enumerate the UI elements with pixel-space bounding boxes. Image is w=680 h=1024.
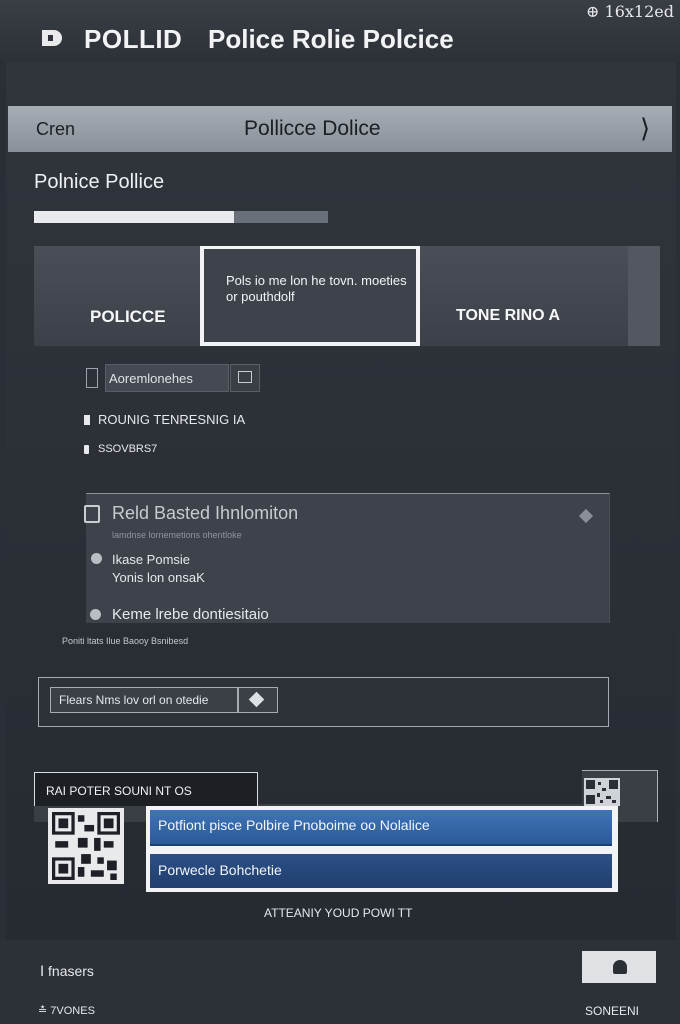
- secondary-button-label: Porwecle Bohchetie: [158, 862, 282, 878]
- pass-tab-label: RAI POTER SOUNI NT OS: [46, 784, 192, 798]
- status-indicator: ⊕ 16x12ed: [586, 2, 674, 21]
- app-title: Police Rolie Polcice: [208, 24, 454, 54]
- brand-name: POLLID: [84, 24, 183, 54]
- radio-option-1-label: Ikase Pomsie Yonis lon onsaK: [112, 551, 205, 587]
- nav-title: Pollicce Dolice: [244, 117, 381, 140]
- card-title: Reld Basted Ihnlomiton: [112, 503, 299, 523]
- attestation-text: ATTEANIY YOUD POWI TT: [264, 906, 413, 920]
- card-subtitle: lamdnse lornemetions ohentloke: [112, 530, 242, 540]
- radio-option-1[interactable]: [91, 553, 102, 564]
- footer-link-3[interactable]: SONEENI: [585, 1004, 639, 1018]
- qr-code: [48, 808, 124, 884]
- footer-link-2[interactable]: ≛ 7VONES: [38, 1004, 95, 1017]
- list-item: SSOVBRS7: [98, 443, 158, 455]
- square-icon: [238, 371, 252, 383]
- card-checkbox[interactable]: [84, 505, 100, 523]
- bullet-icon: [84, 445, 89, 454]
- tooltip-text: Pols io me lon he tovn. moeties or pouth…: [226, 273, 407, 304]
- list-item: ROUNIG TENRESNIG IA: [98, 412, 246, 427]
- radio-option-2[interactable]: [90, 609, 101, 620]
- footer-link-1[interactable]: Ⅰ fnasers: [40, 963, 94, 980]
- section-title: Polnice Pollice: [34, 171, 165, 193]
- search-input[interactable]: [50, 687, 238, 713]
- radio-option-2-label: Keme lrebe dontiesitaio: [112, 606, 269, 623]
- card-footnote: Poniti ltats Ilue Baooy Bsnibesd: [62, 636, 189, 646]
- tab-tone-rino[interactable]: TONE RINO A: [456, 307, 560, 325]
- progress-bar-fill: [34, 211, 234, 223]
- qr-code-icon: [52, 812, 120, 880]
- chevron-right-icon[interactable]: ⟩: [640, 113, 650, 144]
- bullet-icon: [84, 415, 90, 425]
- dropdown-checkbox[interactable]: [86, 368, 98, 388]
- tab-strip-edge: [628, 246, 660, 346]
- primary-button-label: Potfiont pisce Polbire Pnoboime oo Nolal…: [158, 817, 430, 833]
- nav-back-link[interactable]: Cren: [36, 119, 75, 140]
- qr-code-icon: [584, 778, 620, 806]
- radio-option-1-line-1: Ikase Pomsie: [112, 552, 191, 567]
- footer-bar: [0, 940, 680, 1024]
- tab-policce[interactable]: POLICCE: [90, 307, 166, 327]
- bell-icon: [613, 960, 627, 974]
- radio-option-1-line-2: Yonis lon onsaK: [112, 570, 205, 585]
- badge-logo-icon: [42, 30, 62, 46]
- dropdown-value: Aoremlonehes: [109, 371, 193, 386]
